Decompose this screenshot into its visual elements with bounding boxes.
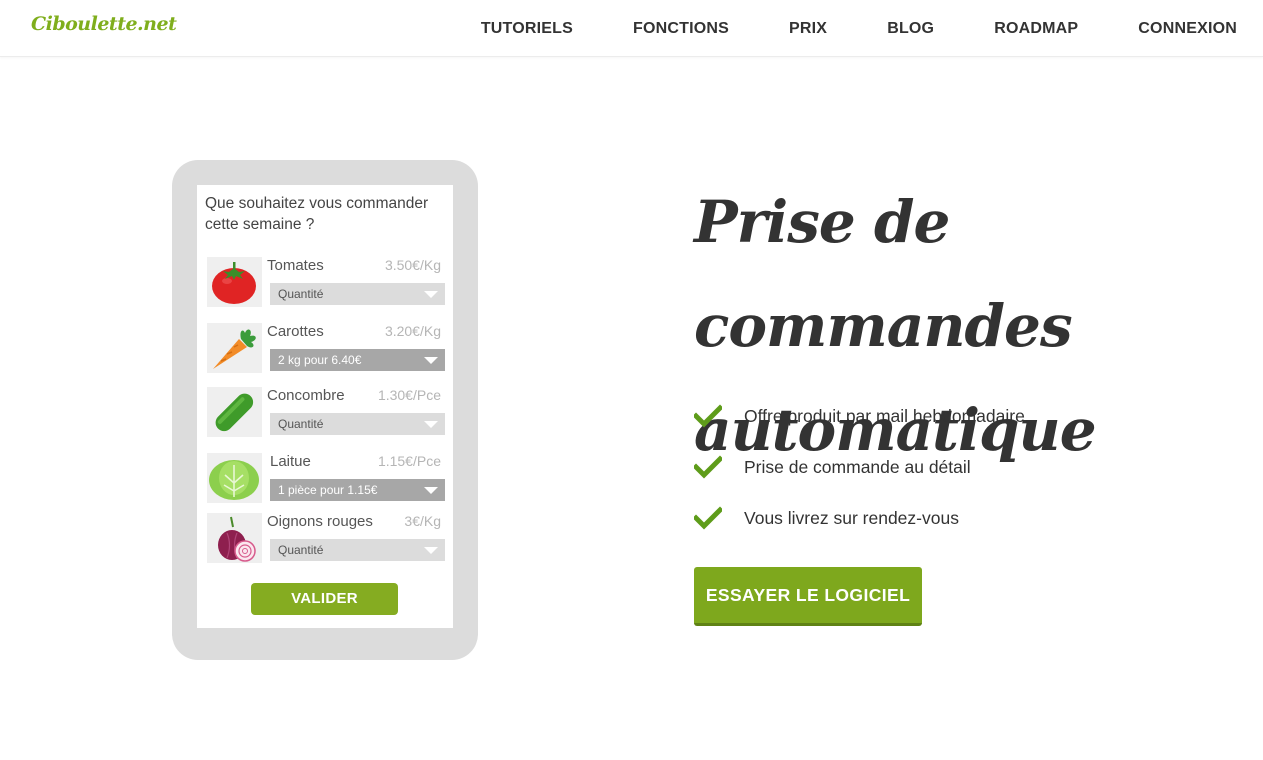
nav-prix[interactable]: PRIX bbox=[789, 20, 827, 38]
chevron-down-icon bbox=[424, 357, 438, 364]
quantity-value: 2 kg pour 6.40€ bbox=[278, 353, 362, 367]
quantity-select[interactable]: Quantité bbox=[270, 539, 445, 561]
product-price: 3.20€/Kg bbox=[384, 323, 441, 339]
quantity-select[interactable]: Quantité bbox=[270, 413, 445, 435]
feature-text: Prise de commande au détail bbox=[744, 457, 971, 477]
tablet-screen: Que souhaitez vous commander cette semai… bbox=[197, 185, 453, 628]
nav-fonctions[interactable]: FONCTIONS bbox=[633, 20, 729, 38]
tablet-mockup: Que souhaitez vous commander cette semai… bbox=[172, 160, 478, 660]
product-name: Tomates bbox=[267, 257, 324, 274]
nav-connexion[interactable]: CONNEXION bbox=[1138, 20, 1237, 38]
quantity-value: Quantité bbox=[278, 417, 324, 431]
product-row-concombre: Concombre 1.30€/Pce Quantité bbox=[207, 387, 445, 441]
quantity-value: Quantité bbox=[278, 543, 324, 557]
checkmark-icon bbox=[694, 506, 722, 530]
quantity-select[interactable]: Quantité bbox=[270, 283, 445, 305]
tomato-icon bbox=[207, 257, 262, 307]
lettuce-icon bbox=[207, 453, 262, 503]
site-header: Ciboulette.net TUTORIELS FONCTIONS PRIX … bbox=[0, 0, 1263, 57]
cucumber-icon bbox=[207, 387, 262, 437]
product-row-carottes: Carottes 3.20€/Kg 2 kg pour 6.40€ bbox=[207, 323, 445, 377]
product-price: 1.30€/Pce bbox=[377, 387, 441, 403]
site-logo[interactable]: Ciboulette.net bbox=[31, 13, 177, 35]
product-row-laitue: Laitue 1.15€/Pce 1 pièce pour 1.15€ bbox=[207, 453, 445, 507]
feature-item: Offre produit par mail hebdomadaire. bbox=[694, 400, 1030, 451]
checkmark-icon bbox=[694, 404, 722, 428]
quantity-value: Quantité bbox=[278, 287, 324, 301]
product-price: 3€/Kg bbox=[404, 513, 441, 529]
feature-text: Offre produit par mail hebdomadaire. bbox=[744, 406, 1030, 426]
product-name: Oignons rouges bbox=[267, 513, 373, 530]
chevron-down-icon bbox=[424, 421, 438, 428]
red-onion-icon bbox=[207, 513, 262, 563]
chevron-down-icon bbox=[424, 487, 438, 494]
product-row-oignons-rouges: Oignons rouges 3€/Kg Quantité bbox=[207, 513, 445, 567]
feature-list: Offre produit par mail hebdomadaire. Pri… bbox=[694, 400, 1030, 553]
product-row-tomates: Tomates 3.50€/Kg Quantité bbox=[207, 257, 445, 311]
product-price: 1.15€/Pce bbox=[377, 453, 441, 469]
try-software-button[interactable]: ESSAYER LE LOGICIEL bbox=[694, 567, 922, 626]
quantity-select[interactable]: 2 kg pour 6.40€ bbox=[270, 349, 445, 371]
feature-text: Vous livrez sur rendez-vous bbox=[744, 508, 959, 528]
feature-item: Vous livrez sur rendez-vous bbox=[694, 502, 1030, 553]
quantity-value: 1 pièce pour 1.15€ bbox=[278, 483, 378, 497]
nav-roadmap[interactable]: ROADMAP bbox=[994, 20, 1078, 38]
product-price: 3.50€/Kg bbox=[384, 257, 441, 273]
checkmark-icon bbox=[694, 455, 722, 479]
product-name: Laitue bbox=[270, 453, 311, 470]
feature-item: Prise de commande au détail bbox=[694, 451, 1030, 502]
main-nav: TUTORIELS FONCTIONS PRIX BLOG ROADMAP CO… bbox=[481, 0, 1237, 57]
order-question: Que souhaitez vous commander cette semai… bbox=[205, 195, 429, 233]
nav-blog[interactable]: BLOG bbox=[887, 20, 934, 38]
chevron-down-icon bbox=[424, 547, 438, 554]
nav-tutoriels[interactable]: TUTORIELS bbox=[481, 20, 573, 38]
product-name: Concombre bbox=[267, 387, 345, 404]
valider-button[interactable]: VALIDER bbox=[251, 583, 398, 615]
carrot-icon bbox=[207, 323, 262, 373]
hero-title-line1: Prise de commandes bbox=[694, 188, 1073, 360]
product-name: Carottes bbox=[267, 323, 324, 340]
chevron-down-icon bbox=[424, 291, 438, 298]
quantity-select[interactable]: 1 pièce pour 1.15€ bbox=[270, 479, 445, 501]
